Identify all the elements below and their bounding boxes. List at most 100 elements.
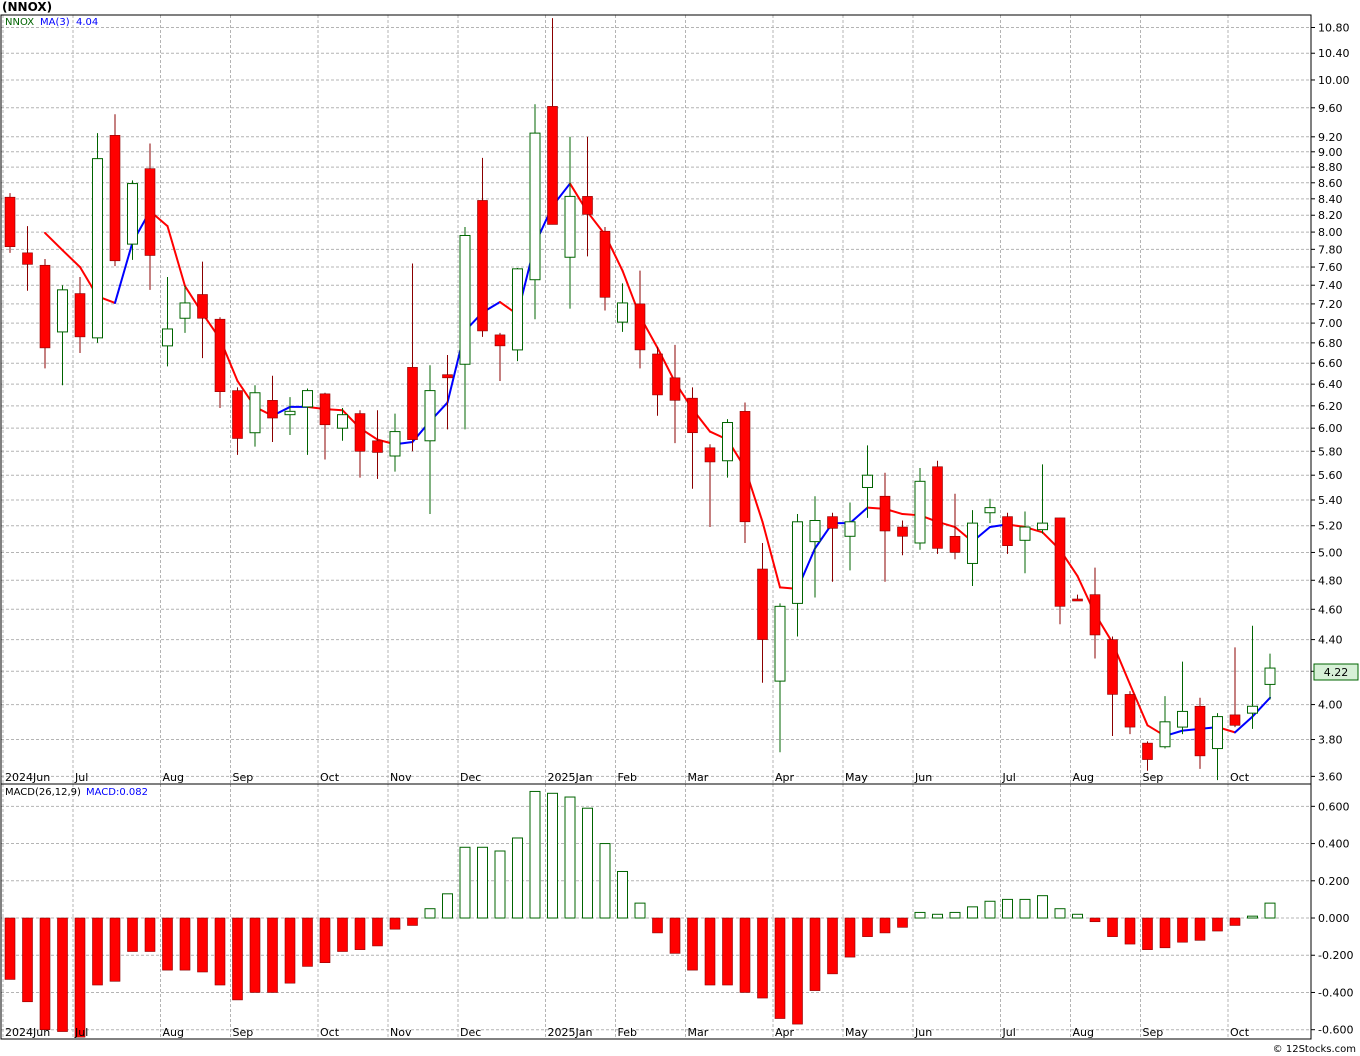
candle-body-up <box>512 268 523 351</box>
macd-bar-up <box>529 790 541 919</box>
candle-body-down <box>214 318 226 392</box>
macd-x-label: Sep <box>233 1026 254 1039</box>
macd-x-label: Jun <box>914 1026 932 1039</box>
macd-tick-label: 0.000 <box>1318 912 1350 925</box>
macd-bar-down <box>232 917 243 1001</box>
price-tick-label: 8.60 <box>1318 177 1343 190</box>
price-x-label: May <box>845 771 868 784</box>
macd-bar-down <box>652 917 663 934</box>
macd-bar-up <box>967 906 978 919</box>
price-tick-label: 7.20 <box>1318 298 1343 311</box>
candle-body-up <box>1019 526 1031 541</box>
candle-body-up <box>389 431 401 457</box>
macd-tick-label: 0.600 <box>1318 800 1350 813</box>
candle-body-down <box>1229 714 1241 726</box>
price-tick-label: 9.20 <box>1318 131 1343 144</box>
price-x-label: Oct <box>1230 771 1250 784</box>
macd-x-label: Oct <box>1230 1026 1250 1039</box>
price-tick-label: 4.60 <box>1318 603 1343 616</box>
macd-bar-down <box>897 917 908 928</box>
macd-bar-up <box>547 792 558 919</box>
price-x-label: Aug <box>163 771 184 784</box>
price-tick-label: 6.40 <box>1318 378 1343 391</box>
price-x-label: Jul <box>1002 771 1016 784</box>
price-tick-label: 7.60 <box>1318 261 1343 274</box>
macd-bar-down <box>1229 917 1241 926</box>
price-x-label: Dec <box>460 771 481 784</box>
symbol-title: (NNOX) <box>2 0 52 14</box>
price-x-label: 2025Jan <box>548 771 593 784</box>
price-tick-label: 6.80 <box>1318 337 1343 350</box>
legend-symbol: NNOX <box>5 17 34 28</box>
macd-bar-up <box>1054 908 1066 919</box>
candle-body-up <box>984 507 996 514</box>
candle-body-down <box>39 264 51 349</box>
candle-body-up <box>284 410 296 416</box>
macd-bar-down <box>687 917 698 971</box>
price-tick-label: 6.20 <box>1318 400 1343 413</box>
macd-bar-down <box>1124 917 1136 945</box>
candle-body-up <box>722 422 733 462</box>
candle-body-down <box>494 334 506 347</box>
price-x-label: Apr <box>775 771 795 784</box>
candle-body-down <box>757 568 768 640</box>
candle <box>932 460 943 554</box>
macd-bar-down <box>407 917 418 926</box>
macd-bar-down <box>214 917 226 986</box>
legend-ma: MA(3) <box>40 17 70 28</box>
macd-bar-up <box>424 908 436 919</box>
macd-bar-up <box>617 870 628 919</box>
candle-body-up <box>1177 710 1188 728</box>
macd-bar-up <box>1072 913 1083 919</box>
macd-tick-label: -0.600 <box>1318 1024 1353 1037</box>
price-tick-label: 6.60 <box>1318 357 1343 370</box>
macd-bar-up <box>494 850 506 919</box>
price-tick-label: 4.00 <box>1318 699 1343 712</box>
macd-bar-down <box>179 917 191 971</box>
macd-x-label: Mar <box>688 1026 709 1039</box>
macd-bar-up <box>477 846 488 919</box>
price-tick-label: 8.20 <box>1318 209 1343 222</box>
candle-body-up <box>424 390 436 442</box>
candle-body-down <box>109 135 121 262</box>
candle-body-down <box>1194 705 1206 757</box>
macd-x-label: Dec <box>460 1026 481 1039</box>
macd-bar-down <box>879 917 891 934</box>
macd-bar-up <box>634 902 646 919</box>
candle-body-up <box>914 480 926 544</box>
macd-bar-down <box>1177 917 1188 943</box>
candle <box>109 114 121 267</box>
macd-bar-down <box>39 917 51 1030</box>
candle-body-down <box>442 374 453 379</box>
macd-x-label: Apr <box>775 1026 795 1039</box>
candle-body-up <box>529 132 541 281</box>
candle-body-up <box>1159 721 1171 748</box>
candle-body-up <box>302 390 313 408</box>
candle-body-down <box>582 196 593 215</box>
candle-body-down <box>599 230 611 298</box>
candle-body-down <box>1072 598 1083 602</box>
macd-x-label: Aug <box>163 1026 184 1039</box>
macd-x-label: Jul <box>1002 1026 1016 1039</box>
macd-bar-down <box>92 917 103 986</box>
macd-bar-down <box>22 917 33 1003</box>
candle-body-down <box>267 400 278 419</box>
candle-body-down <box>407 367 418 440</box>
macd-bar-up <box>1247 915 1258 919</box>
candle <box>4 193 16 253</box>
macd-bar-down <box>109 917 121 982</box>
macd-bar-down <box>809 917 821 991</box>
candle-body-up <box>1247 705 1258 714</box>
candle-body-up <box>337 414 348 429</box>
candle-body-up <box>792 521 803 604</box>
candle-body-down <box>949 535 961 553</box>
macd-x-label: Oct <box>320 1026 340 1039</box>
macd-bar-down <box>337 917 348 952</box>
macd-bar-down <box>774 917 786 1019</box>
price-x-label: 2024Jun <box>5 771 50 784</box>
candle-body-up <box>1037 522 1048 531</box>
macd-bar-down <box>319 917 331 963</box>
macd-bar-up <box>599 843 611 919</box>
macd-bar-down <box>1212 917 1223 932</box>
price-x-label: Jun <box>914 771 932 784</box>
